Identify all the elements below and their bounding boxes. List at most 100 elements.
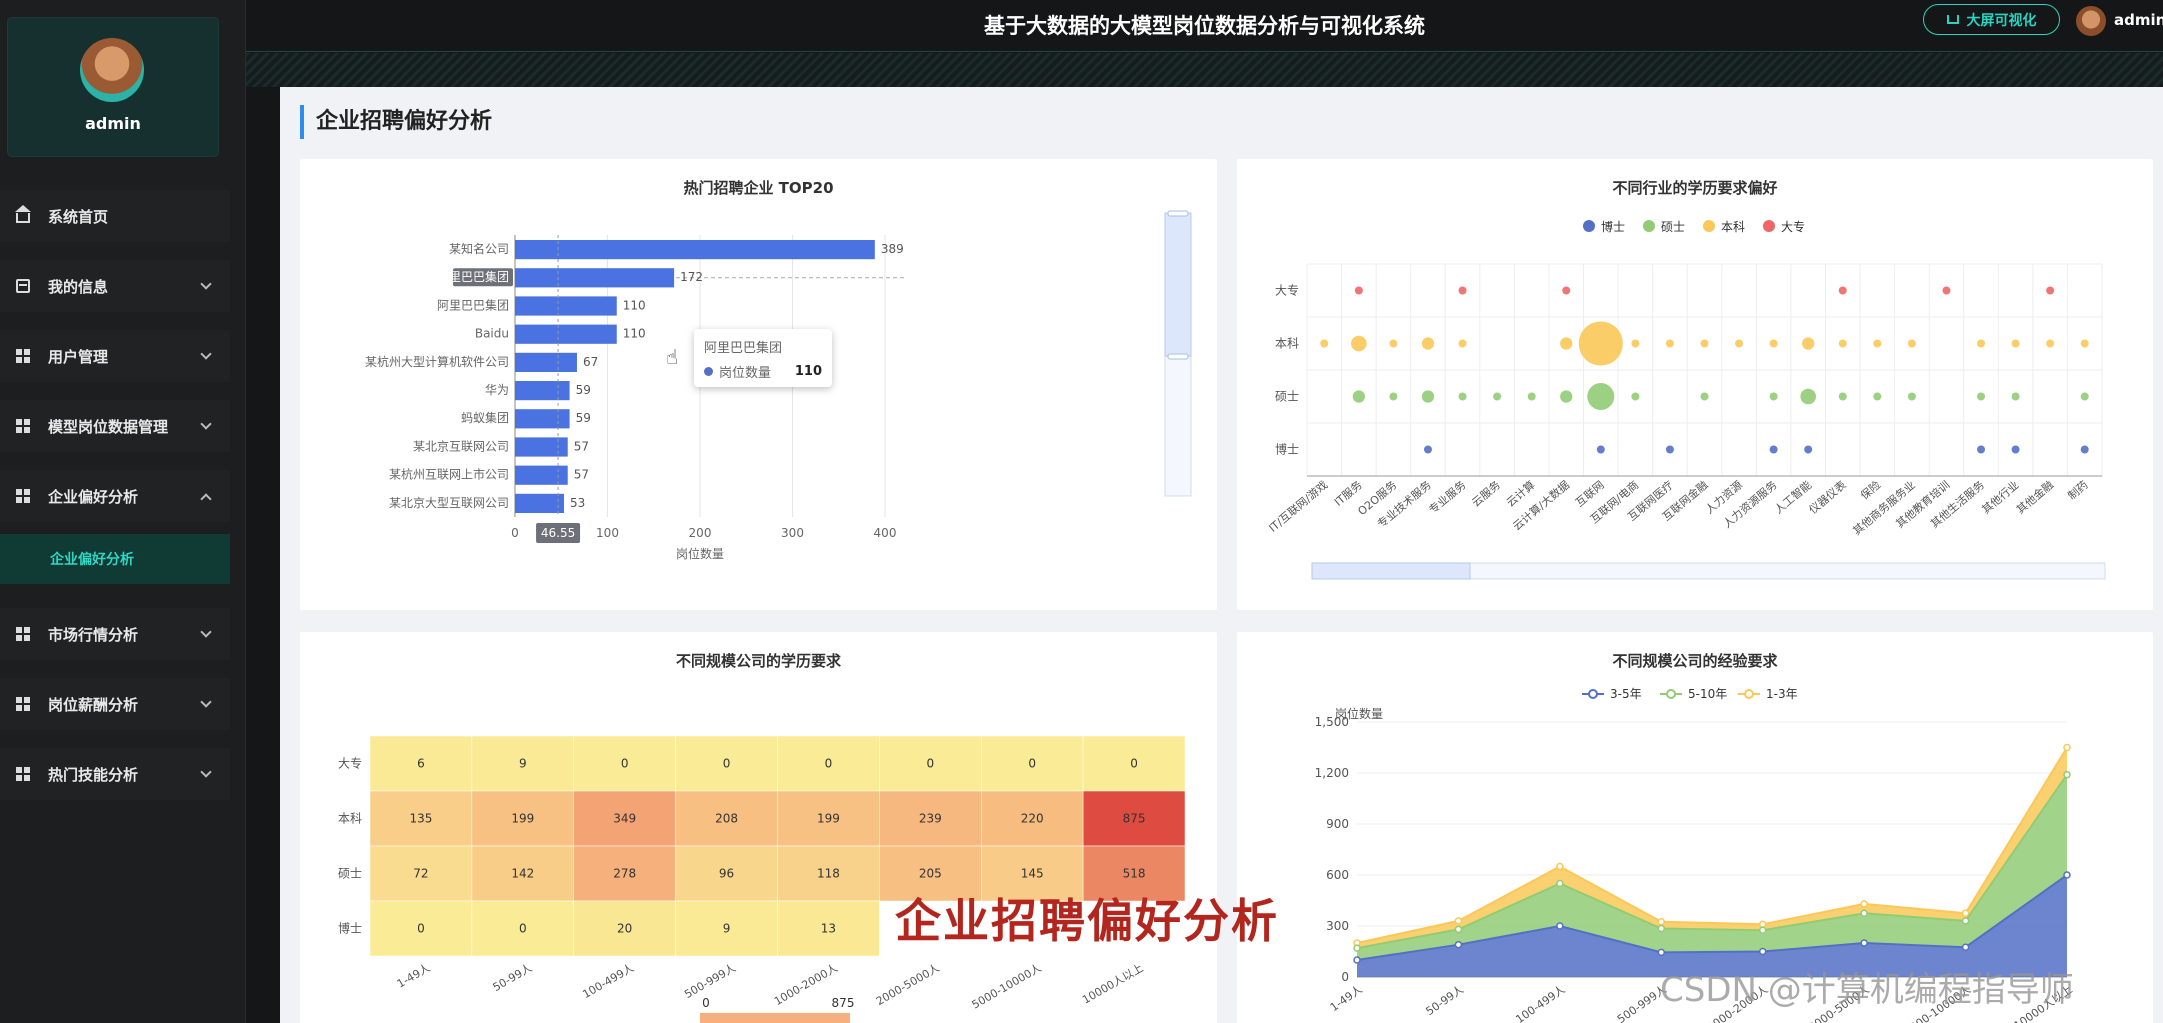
grid-icon <box>16 697 30 711</box>
cell-label: 0 <box>621 757 629 771</box>
x-tick-label: 100-499人 <box>1513 983 1567 1023</box>
series-point <box>1961 909 1970 917</box>
legend-label: 5-10年 <box>1688 687 1727 701</box>
zoom-slider-window <box>1311 562 1471 580</box>
sidebar-item-skill-analysis[interactable]: 热门技能分析 <box>0 748 230 800</box>
grid-icon <box>16 419 30 433</box>
data-label: 389 <box>881 242 904 256</box>
x-tick-label: 500-999人 <box>682 961 738 1001</box>
zoom-slider-handle <box>1167 210 1189 217</box>
sidebar: admin 系统首页 我的信息 用户管理 模型岗位数据管理 企业偏好分析 企业偏… <box>0 0 246 1023</box>
scatter-point <box>1389 392 1398 401</box>
avatar[interactable] <box>2076 6 2106 36</box>
y-tick-label: 某知名公司 <box>449 241 509 256</box>
top-user-name[interactable]: admin <box>2114 11 2163 29</box>
scatter-point <box>1354 286 1363 295</box>
zoom-slider-handle <box>1167 353 1189 360</box>
cell-label: 0 <box>417 922 425 936</box>
bar <box>515 437 568 457</box>
y-tick-label: 本科 <box>338 812 362 826</box>
y-tick-label: 某杭州互联网上市公司 <box>389 467 509 482</box>
legend-marker <box>1703 220 1715 232</box>
grid-icon <box>16 627 30 641</box>
legend-label: 大专 <box>1781 219 1805 234</box>
sidebar-item-enterprise-preference[interactable]: 企业偏好分析 <box>0 470 230 522</box>
scatter-point <box>1578 321 1623 366</box>
chevron-down-icon <box>200 626 212 638</box>
series-point <box>1657 924 1666 933</box>
sidebar-item-label: 用户管理 <box>48 347 109 366</box>
cell-label: 142 <box>511 867 534 881</box>
x-tick-label: 仪器仪表 <box>1806 478 1849 517</box>
cell-label: 13 <box>821 922 836 936</box>
legend-marker <box>1588 689 1598 699</box>
scatter-point <box>2011 445 2020 454</box>
chevron-down-icon <box>200 278 212 290</box>
y-tick-label: 某杭州大型计算机软件公司 <box>365 354 509 369</box>
legend-marker <box>1666 689 1676 699</box>
big-screen-button[interactable]: 大屏可视化 <box>1923 4 2060 35</box>
series-point <box>1860 900 1868 908</box>
scatter-point <box>1700 392 1709 401</box>
sidebar-item-job-data-management[interactable]: 模型岗位数据管理 <box>0 400 230 452</box>
x-tick-label: 1000-2000人 <box>772 961 840 1008</box>
legend-marker <box>1583 220 1595 232</box>
data-label: 67 <box>583 355 598 369</box>
scatter-point <box>1389 339 1398 348</box>
y-tick-label: 蚂蚁集团 <box>461 410 509 425</box>
bar <box>515 240 875 260</box>
avatar[interactable] <box>80 38 144 102</box>
data-label: 53 <box>570 496 585 510</box>
legend-marker <box>1763 220 1775 232</box>
scatter-point <box>2046 339 2055 348</box>
bar <box>515 381 570 401</box>
sidebar-subitem-enterprise-preference[interactable]: 企业偏好分析 <box>0 534 230 584</box>
scatter-chart: 博士 硕士 本科 大专大专本科硕士博士IT/互联网/游戏 IT服务O2O服务专业技术服务… <box>1266 219 2106 580</box>
scatter-point <box>1631 339 1640 348</box>
scatter-point <box>2080 445 2089 454</box>
x-tick-label: 10000人以上 <box>1080 961 1145 1006</box>
scatter-point <box>1804 445 1813 454</box>
data-label: 172 <box>680 270 703 284</box>
grid-icon <box>16 767 30 781</box>
scatter-point <box>1838 286 1847 295</box>
app-title: 基于大数据的大模型岗位数据分析与可视化系统 <box>984 14 1425 38</box>
series-point <box>1454 917 1463 925</box>
x-tick-label: 保险 <box>1857 478 1883 503</box>
sidebar-item-salary-analysis[interactable]: 岗位薪酬分析 <box>0 678 230 730</box>
series-point <box>1353 944 1361 952</box>
scatter-point <box>1458 392 1467 401</box>
y-tick-label: 硕士 <box>338 867 362 881</box>
cell-label: 278 <box>613 867 636 881</box>
scatter-point <box>1802 337 1815 350</box>
scatter-point <box>1631 392 1640 401</box>
x-tick-label: 50-99人 <box>1423 983 1466 1018</box>
series-point <box>1556 862 1564 871</box>
sidebar-item-home[interactable]: 系统首页 <box>0 190 230 242</box>
scatter-point <box>2011 339 2020 348</box>
info-card-icon <box>16 279 30 293</box>
cell-label: 199 <box>511 812 534 826</box>
cell-label: 0 <box>1028 757 1036 771</box>
scatter-point <box>1977 392 1986 401</box>
cell-label: 0 <box>1130 757 1138 771</box>
scatter-point <box>2046 286 2055 295</box>
cell-label: 6 <box>417 757 425 771</box>
series-point <box>1758 926 1767 934</box>
y-tick-label: 0 <box>1341 970 1349 984</box>
sidebar-item-label: 岗位薪酬分析 <box>48 695 139 714</box>
y-tick-label: 本科 <box>1275 337 1299 351</box>
scatter-point <box>1665 445 1674 454</box>
cell-label: 205 <box>919 867 942 881</box>
x-tick-label: IT/互联网/游戏 <box>1266 478 1330 534</box>
y-tick-label: Baidu <box>475 327 509 341</box>
cell-label: 118 <box>817 867 840 881</box>
sidebar-item-user-management[interactable]: 用户管理 <box>0 330 230 382</box>
cell-label: 0 <box>825 757 833 771</box>
bar <box>515 296 617 316</box>
scatter-point <box>1560 390 1573 403</box>
sidebar-item-market-analysis[interactable]: 市场行情分析 <box>0 608 230 660</box>
sidebar-item-my-info[interactable]: 我的信息 <box>0 260 230 312</box>
scatter-point <box>1458 286 1467 295</box>
series-point <box>1758 947 1767 956</box>
